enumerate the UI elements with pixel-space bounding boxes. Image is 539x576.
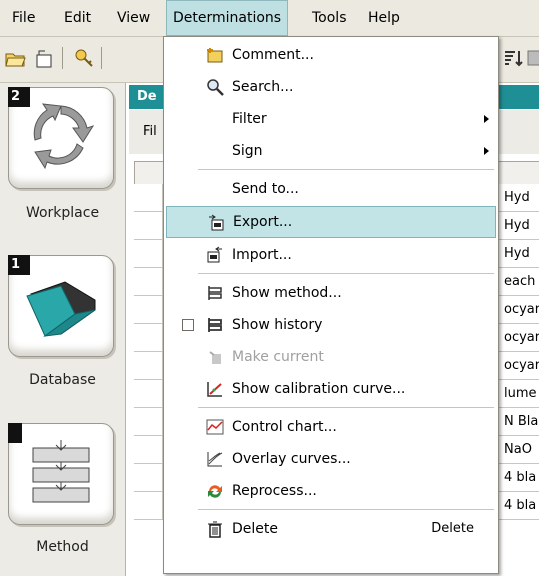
show-history-checkbox[interactable] [182, 319, 194, 331]
menu-item-label: Sign [232, 143, 263, 159]
export-icon [209, 214, 224, 231]
menu-item-export[interactable]: Export... [166, 206, 496, 238]
menu-item-control-chart[interactable]: Control chart... [166, 411, 496, 443]
filter-label: Fil [143, 124, 157, 139]
menu-item-comment[interactable]: Comment... [166, 39, 496, 71]
menu-item-label: Show history [232, 317, 323, 333]
table-cell: each [504, 274, 536, 289]
determinations-menu: Comment... Search... Filter Sign Send to… [163, 36, 499, 574]
method-tile[interactable] [8, 423, 114, 525]
database-folder-icon [26, 281, 96, 337]
show-method-icon [208, 286, 222, 300]
menu-tools[interactable]: Tools [306, 0, 353, 36]
control-chart-icon [206, 419, 224, 435]
method-label: Method [36, 539, 89, 555]
reprocess-icon [208, 485, 222, 498]
menu-item-label: Search... [232, 79, 294, 95]
method-flow-icon [32, 440, 90, 503]
submenu-arrow-icon [484, 147, 489, 155]
menu-item-overlay-curves[interactable]: Overlay curves... [166, 443, 496, 475]
submenu-arrow-icon [484, 115, 489, 123]
table-cell: Hyd [504, 246, 530, 261]
menu-item-reprocess[interactable]: Reprocess... [166, 475, 496, 507]
table-cell: Hyd [504, 218, 530, 233]
menu-file[interactable]: File [6, 0, 41, 36]
show-history-icon [208, 318, 222, 332]
navigation-panel: 2 Workplace 1 Database Method [0, 83, 126, 576]
menu-view[interactable]: View [111, 0, 156, 36]
comment-icon [207, 48, 223, 63]
menu-item-show-method[interactable]: Show method... [166, 277, 496, 309]
menu-item-show-history[interactable]: Show history [166, 309, 496, 341]
grid-icon[interactable] [526, 47, 539, 69]
workplace-label: Workplace [25, 205, 100, 221]
toolbar-separator [101, 47, 102, 69]
delete-icon [208, 521, 222, 538]
workplace-tile[interactable]: 2 [8, 87, 114, 189]
import-icon [207, 246, 222, 263]
menu-item-search[interactable]: Search... [166, 71, 496, 103]
table-cell: ocyar [504, 330, 539, 345]
close-document-icon[interactable] [33, 47, 55, 69]
menu-bar: File Edit View Determinations Tools Help [0, 0, 539, 37]
database-badge: 1 [8, 255, 30, 275]
menu-item-label: Reprocess... [232, 483, 317, 499]
menu-item-show-calibration-curve[interactable]: Show calibration curve... [166, 373, 496, 405]
menu-item-label: Control chart... [232, 419, 337, 435]
table-cell: 4 bla [504, 498, 537, 513]
menu-item-label: Show method... [232, 285, 342, 301]
overlay-curves-icon [207, 452, 223, 467]
table-cell: Hyd [504, 190, 530, 205]
database-label: Database [29, 372, 96, 388]
make-current-icon [209, 351, 221, 364]
menu-edit[interactable]: Edit [58, 0, 97, 36]
menu-item-label: Export... [233, 214, 293, 230]
key-icon[interactable] [73, 47, 95, 69]
database-tile[interactable]: 1 [8, 255, 114, 357]
menu-item-label: Comment... [232, 47, 314, 63]
menu-item-filter[interactable]: Filter [166, 103, 496, 135]
menu-separator [198, 273, 494, 274]
method-badge [8, 423, 22, 443]
menu-item-label: Send to... [232, 181, 299, 197]
menu-item-label: Filter [232, 111, 267, 127]
workplace-cycle-icon [33, 103, 95, 170]
menu-separator [198, 169, 494, 170]
search-icon [207, 79, 224, 96]
toolbar-separator [62, 47, 63, 69]
menu-item-label: Make current [232, 349, 324, 365]
menu-item-delete[interactable]: Delete Delete [166, 513, 496, 545]
menu-item-label: Import... [232, 247, 292, 263]
table-cell: 4 bla [504, 470, 537, 485]
menu-item-sign[interactable]: Sign [166, 135, 496, 167]
menu-item-import[interactable]: Import... [166, 239, 496, 271]
calibration-curve-icon [207, 382, 222, 397]
menu-help[interactable]: Help [362, 0, 406, 36]
menu-item-label: Delete [232, 521, 278, 537]
menu-item-send-to[interactable]: Send to... [166, 173, 496, 205]
menu-item-label: Overlay curves... [232, 451, 351, 467]
menu-separator [198, 509, 494, 510]
table-cell: ocyar [504, 302, 539, 317]
menu-separator [198, 407, 494, 408]
table-cell: NaO [504, 442, 532, 457]
open-folder-icon[interactable] [4, 47, 26, 69]
menu-item-make-current: Make current [166, 341, 496, 373]
delete-shortcut: Delete [431, 521, 474, 536]
sort-icon[interactable] [502, 47, 524, 69]
menu-item-label: Show calibration curve... [232, 381, 406, 397]
table-cell: lume [504, 386, 537, 401]
menu-determinations[interactable]: Determinations [166, 0, 289, 36]
table-cell: ocyar [504, 358, 539, 373]
table-cell: N Bla [504, 414, 539, 429]
